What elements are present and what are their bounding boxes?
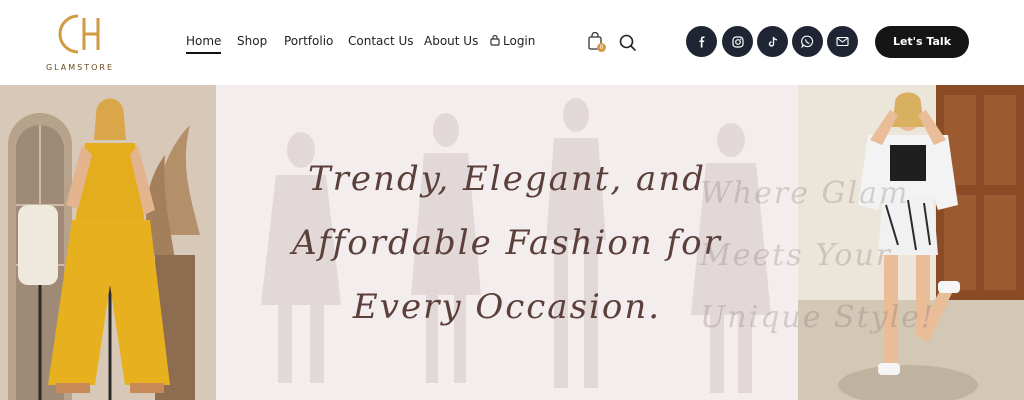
email-button[interactable]: [827, 26, 858, 57]
nav-home[interactable]: Home: [186, 34, 222, 54]
hero-tagline-line: Unique Style!: [700, 300, 935, 335]
site-header: GLAMSTORE Home Shop Portfolio Contact Us…: [0, 0, 1024, 85]
nav-about-us[interactable]: About Us: [424, 34, 478, 48]
tiktok-icon: [768, 36, 777, 47]
hero-tagline-line: Where Glam: [700, 176, 910, 211]
brand-name: GLAMSTORE: [45, 63, 115, 72]
instagram-button[interactable]: [722, 26, 753, 57]
nav-portfolio[interactable]: Portfolio: [284, 34, 333, 48]
nav-login-label: Login: [503, 34, 536, 48]
lock-icon: [490, 34, 500, 46]
nav-contact-us[interactable]: Contact Us: [348, 34, 414, 48]
nav-shop[interactable]: Shop: [237, 34, 267, 48]
search-icon: [619, 34, 637, 52]
hero-banner: Trendy, Elegant, and Affordable Fashion …: [0, 85, 1024, 400]
hero-tagline: Where Glam Meets Your Unique Style!: [700, 163, 990, 349]
tiktok-button[interactable]: [757, 26, 788, 57]
model-yellow-outfit-image: [0, 85, 216, 400]
hero-tagline-line: Meets Your: [700, 238, 893, 273]
cart-button[interactable]: 0: [587, 31, 606, 55]
lets-talk-button[interactable]: Let's Talk: [875, 26, 969, 58]
logo[interactable]: GLAMSTORE: [40, 10, 120, 74]
search-button[interactable]: [619, 34, 637, 57]
logo-monogram-icon: [58, 14, 100, 54]
whatsapp-icon: [801, 35, 814, 48]
facebook-button[interactable]: [686, 26, 717, 57]
hero-photo-left: [0, 85, 216, 400]
cart-count-badge: 0: [597, 43, 606, 52]
nav-about-us-label: About Us: [424, 34, 479, 48]
whatsapp-button[interactable]: [792, 26, 823, 57]
instagram-icon: [731, 35, 744, 48]
mail-icon: [836, 36, 849, 47]
facebook-icon: [699, 36, 704, 47]
nav-login[interactable]: Login: [490, 34, 535, 48]
